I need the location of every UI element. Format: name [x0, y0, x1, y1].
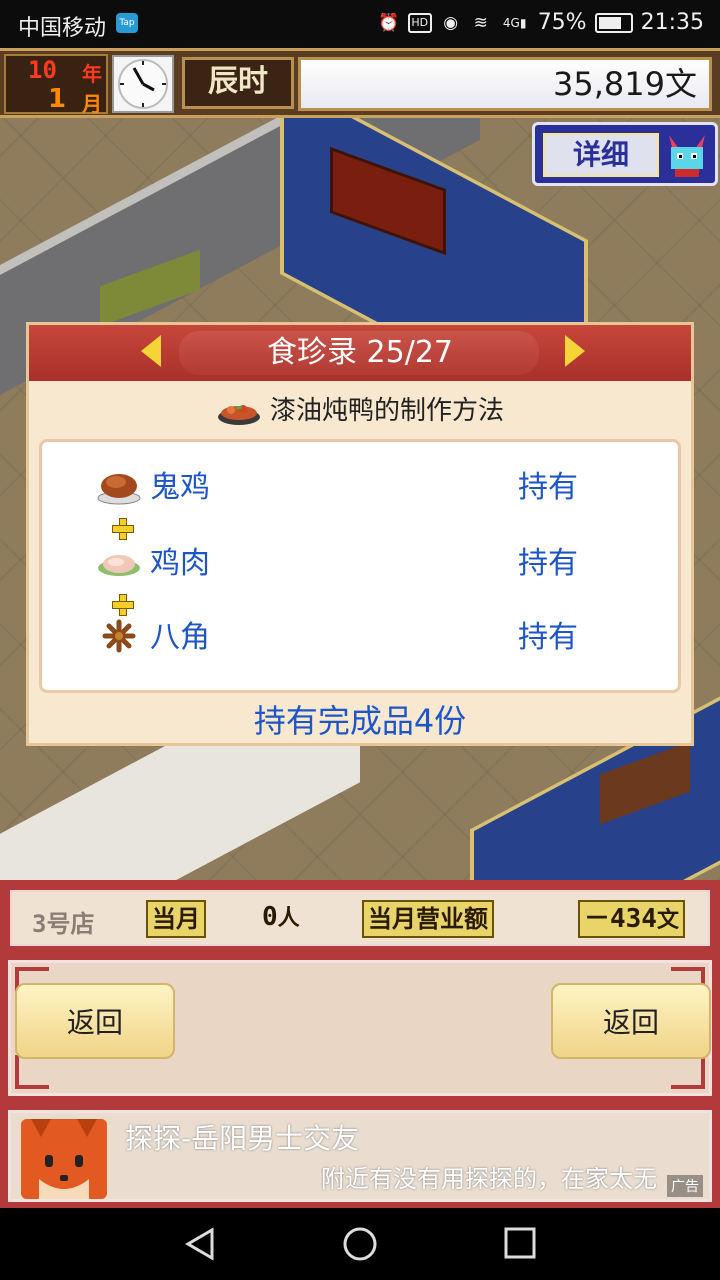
detail-button-label: 详细	[543, 133, 659, 177]
revenue-value: －434	[584, 904, 657, 934]
alarm-icon: ⏰	[378, 12, 400, 33]
recipe-subtitle: 漆油炖鸭的制作方法	[29, 393, 691, 429]
ad-title: 探探-岳阳男士交友	[125, 1122, 360, 1155]
battery-icon	[594, 12, 633, 33]
store-name: 3号店	[32, 910, 95, 938]
time-period: 辰时	[182, 57, 294, 109]
ingredient-row: 八角 持有	[42, 610, 678, 670]
month-label: 当月	[146, 900, 206, 938]
money-display: 35,819文	[298, 57, 712, 111]
ad-description: 附近有没有用探探的，在家太无	[321, 1165, 657, 1193]
navigation-bar	[0, 1208, 720, 1280]
return-button-left[interactable]: 返回	[15, 983, 175, 1059]
next-page-arrow-icon[interactable]	[565, 335, 585, 367]
ingredient-name: 八角	[150, 620, 210, 655]
ingredient-status: 持有	[518, 620, 578, 655]
dish-icon	[217, 404, 260, 425]
store-info-bar: 3号店 当月 0人 当月营业额 －434文	[0, 880, 720, 954]
eye-icon: ◉	[443, 12, 459, 33]
home-icon[interactable]	[340, 1226, 380, 1262]
revenue-label: 当月营业额	[362, 900, 494, 938]
fox-avatar-icon	[21, 1119, 107, 1199]
dialog-header: 食珍录 25/27	[29, 325, 691, 381]
wifi-icon: ≋	[473, 12, 488, 33]
ingredient-name: 鸡肉	[150, 546, 210, 581]
visitor-count: 0人	[262, 900, 300, 934]
revenue-amount: －434文	[578, 900, 685, 938]
signal-icon: 4G▮	[502, 15, 527, 30]
back-icon[interactable]	[182, 1226, 222, 1262]
ad-label: 广告	[667, 1175, 703, 1197]
return-button-right[interactable]: 返回	[551, 983, 711, 1059]
carrier-name: 中国移动	[18, 16, 107, 41]
year-value: 10	[28, 56, 57, 84]
month-unit: 月	[82, 92, 102, 116]
ad-banner[interactable]: 探探-岳阳男士交友 附近有没有用探探的，在家太无 广告	[0, 1104, 720, 1208]
finished-count: 持有完成品4份	[253, 702, 467, 740]
network-type: 4G	[502, 15, 520, 30]
ingredient-status: 持有	[518, 470, 578, 505]
visitor-unit: 人	[277, 906, 300, 931]
month-value: 1	[48, 84, 67, 114]
dialog-title: 食珍录 25/27	[267, 335, 453, 370]
game-top-bar: 10 年 1 月 辰时 35,819文	[0, 48, 720, 118]
plus-icon	[112, 518, 134, 540]
clock-time: 21:35	[640, 10, 704, 35]
star-anise-icon	[102, 619, 136, 653]
year-unit: 年	[82, 62, 102, 86]
hd-icon: HD	[407, 12, 432, 33]
corner-ornament-icon	[671, 1055, 705, 1089]
corner-ornament-icon	[15, 1055, 49, 1089]
visitor-count-value: 0	[262, 902, 278, 932]
detail-button[interactable]: 详细	[532, 122, 718, 186]
status-icons: ⏰ HD ◉ ≋ 4G▮ 75% 21:35	[378, 10, 704, 35]
ingredient-row: 鸡肉 持有	[42, 536, 678, 596]
taptap-app-icon: Tap	[116, 13, 138, 33]
ad-banner-inner: 探探-岳阳男士交友 附近有没有用探探的，在家太无 广告	[8, 1110, 712, 1202]
ingredient-list: 鬼鸡 持有 鸡肉 持有 八角 持有	[39, 439, 681, 693]
status-bar: 中国移动 Tap ⏰ HD ◉ ≋ 4G▮ 75% 21:35	[0, 0, 720, 48]
ingredient-row: 鬼鸡 持有	[42, 460, 678, 520]
recents-icon[interactable]	[500, 1226, 540, 1262]
ingredient-name: 鬼鸡	[150, 470, 210, 505]
recipe-subtitle-text: 漆油炖鸭的制作方法	[269, 396, 504, 426]
roast-chicken-icon	[97, 474, 141, 505]
mascot-icon	[663, 131, 711, 179]
battery-percent: 75%	[537, 10, 587, 35]
revenue-unit: 文	[656, 908, 679, 933]
clock-icon	[112, 55, 174, 113]
date-display: 10 年 1 月	[4, 54, 108, 116]
recipe-dialog: 食珍录 25/27 漆油炖鸭的制作方法 鬼鸡 持有 鸡肉 持有 八角 持有 持有…	[26, 322, 694, 746]
ingredient-status: 持有	[518, 546, 578, 581]
store-info-inner: 3号店 当月 0人 当月营业额 －434文	[10, 890, 710, 946]
chicken-meat-icon	[98, 555, 140, 576]
return-panel: 返回 返回	[0, 954, 720, 1104]
return-panel-inner: 返回 返回	[8, 960, 712, 1096]
